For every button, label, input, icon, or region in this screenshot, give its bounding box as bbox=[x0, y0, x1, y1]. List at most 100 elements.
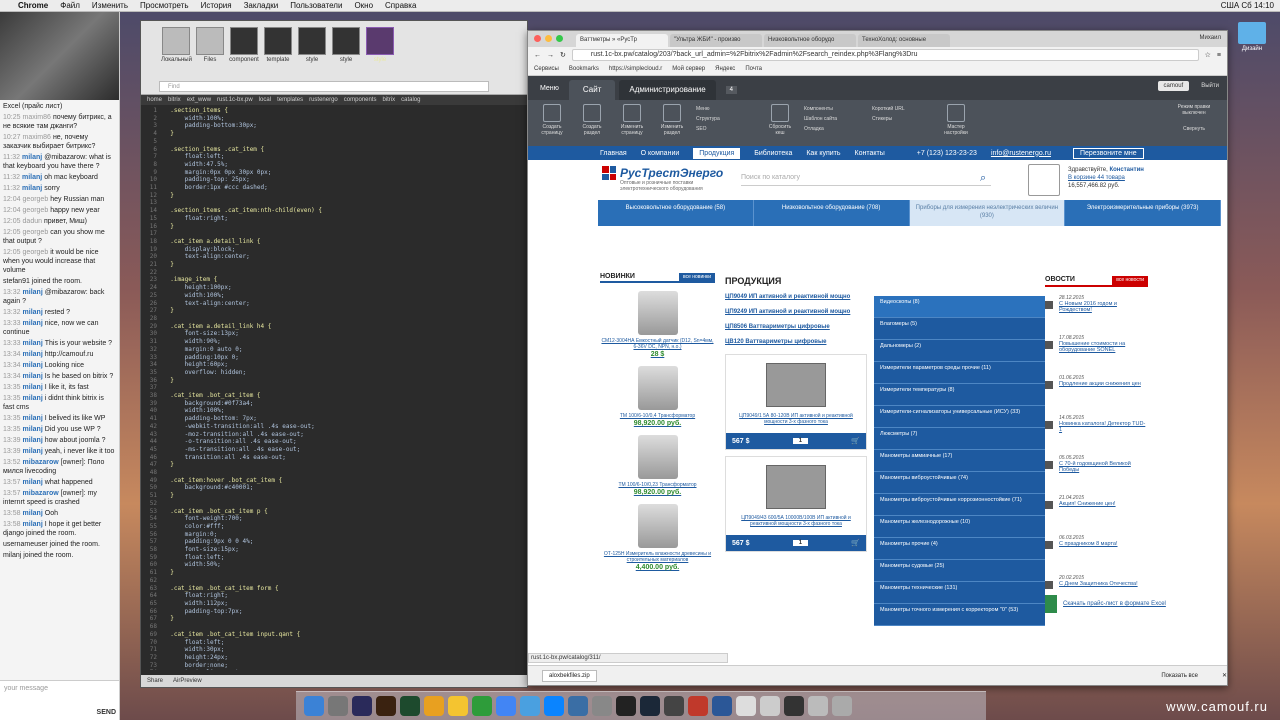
editor-search-input[interactable]: Find bbox=[159, 81, 489, 92]
breadcrumb-item[interactable]: templates bbox=[277, 95, 303, 105]
browser-tab[interactable]: "Ультра ЖБИ" - произво bbox=[670, 34, 762, 47]
chrome-icon[interactable] bbox=[496, 696, 516, 716]
news-title-link[interactable]: Повышение стоимости на оборудование SONE… bbox=[1059, 341, 1148, 353]
download-item[interactable]: aloxbekfiles.zip bbox=[542, 669, 597, 682]
chat-user[interactable]: milanj bbox=[23, 510, 43, 517]
product-image[interactable] bbox=[637, 504, 678, 548]
card-title[interactable]: ЦП9049/1 5А 80-120В ИП активной и реакти… bbox=[726, 413, 866, 425]
site-logo[interactable]: РусТрестЭнерго Оптовые и розничные поста… bbox=[602, 166, 730, 192]
admin-menu-button[interactable]: Меню bbox=[534, 78, 565, 100]
close-downloads-icon[interactable]: ✕ bbox=[1222, 672, 1227, 679]
site-search-input[interactable]: Поиск по каталогу bbox=[741, 174, 991, 186]
chat-user[interactable]: milanj bbox=[23, 340, 43, 347]
bookmark-item[interactable]: Bookmarks bbox=[569, 66, 599, 72]
user-name-link[interactable]: Константин bbox=[1109, 167, 1143, 173]
dropdown-item[interactable]: Манометры железнодорожные (10) bbox=[874, 516, 1045, 538]
clear-cache-button[interactable]: Сбросить кеш bbox=[764, 104, 796, 136]
browser-tab[interactable]: Ваттметры » «РусТр bbox=[576, 34, 668, 47]
chat-user[interactable]: georgeb bbox=[23, 229, 49, 236]
news-title-link[interactable]: Новинка каталога! Детектор TUD-1 bbox=[1059, 421, 1148, 433]
chat-user[interactable]: milanj bbox=[22, 174, 42, 181]
add-to-cart-icon[interactable]: 🛒 bbox=[851, 539, 860, 547]
zoom-window-icon[interactable] bbox=[556, 35, 563, 42]
breadcrumb-item[interactable]: bitrix bbox=[168, 95, 181, 105]
file-tile[interactable]: style bbox=[297, 27, 327, 63]
callback-button[interactable]: Перезвоните мне bbox=[1072, 147, 1144, 159]
nav-library[interactable]: Библиотека bbox=[754, 150, 792, 157]
sketch-icon[interactable] bbox=[424, 696, 444, 716]
chat-user[interactable]: milanj bbox=[23, 320, 43, 327]
trash-icon[interactable] bbox=[832, 696, 852, 716]
chat-user[interactable]: milanj bbox=[22, 154, 42, 161]
menubar-item[interactable]: Просмотреть bbox=[140, 1, 189, 10]
chat-user[interactable]: milanj bbox=[23, 479, 43, 486]
send-button[interactable]: SEND bbox=[97, 709, 116, 716]
dropdown-item[interactable]: Манометры технические (131) bbox=[874, 582, 1045, 604]
dropdown-item[interactable]: Манометры виброустойчивые коррозионносто… bbox=[874, 494, 1045, 516]
catalog-card[interactable]: ЦП9049/43 600/5А 10000В/100В ИП активной… bbox=[725, 456, 867, 552]
news-title-link[interactable]: Акция! Снижение цен! bbox=[1059, 501, 1116, 507]
obs-icon[interactable] bbox=[616, 696, 636, 716]
news-title-link[interactable]: С праздником 8 марта! bbox=[1059, 541, 1118, 547]
category-hv[interactable]: Высоковольтное оборудование (58) bbox=[598, 200, 754, 226]
menubar-item[interactable]: Справка bbox=[385, 1, 416, 10]
menubar-item[interactable]: История bbox=[201, 1, 232, 10]
launchpad-icon[interactable] bbox=[328, 696, 348, 716]
bookmark-item[interactable]: Сервисы bbox=[534, 66, 559, 72]
production-link[interactable]: ЦП8506 Ваттвариметры цифровые bbox=[725, 324, 875, 330]
airpreview-button[interactable]: AirPreview bbox=[173, 678, 202, 684]
admin-menu-item[interactable]: Меню bbox=[696, 104, 756, 114]
minimize-window-icon[interactable] bbox=[545, 35, 552, 42]
browser-tab[interactable]: ТехноХолод: основные bbox=[858, 34, 950, 47]
breadcrumb-item[interactable]: rustenergo bbox=[309, 95, 338, 105]
chat-user[interactable]: georgeb bbox=[23, 249, 49, 256]
dropdown-item[interactable]: Дальномеры (2) bbox=[874, 340, 1045, 362]
browser-menu-icon[interactable]: ≡ bbox=[1217, 52, 1221, 59]
dropdown-item[interactable]: Манометры аммиачные (17) bbox=[874, 450, 1045, 472]
product-image[interactable] bbox=[637, 291, 678, 335]
back-icon[interactable]: ← bbox=[534, 52, 541, 59]
site-email[interactable]: info@rustenergo.ru bbox=[991, 150, 1051, 157]
create-page-button[interactable]: Создать страницу bbox=[536, 104, 568, 136]
breadcrumb-item[interactable]: bitrix bbox=[382, 95, 395, 105]
document-icon[interactable] bbox=[736, 696, 756, 716]
chat-user[interactable]: milanj bbox=[23, 373, 43, 380]
tab-administration[interactable]: Администрирование bbox=[619, 80, 716, 100]
chat-user[interactable]: mibazarow bbox=[23, 490, 59, 497]
bookmark-item[interactable]: https://simplecloud.r bbox=[609, 66, 662, 72]
forward-icon[interactable]: → bbox=[547, 52, 554, 59]
desktop-folder[interactable]: Дизайн bbox=[1232, 22, 1272, 52]
nav-home[interactable]: Главная bbox=[600, 150, 627, 157]
app-icon[interactable] bbox=[688, 696, 708, 716]
edit-mode-toggle[interactable]: Режим правки выключен Свернуть bbox=[1169, 104, 1219, 132]
chat-user[interactable]: milanj bbox=[23, 437, 43, 444]
product-image[interactable] bbox=[637, 366, 678, 410]
admin-menu-item[interactable]: Структура bbox=[696, 114, 756, 124]
dreamweaver-icon[interactable] bbox=[400, 696, 420, 716]
menubar-item[interactable]: Пользователи bbox=[290, 1, 342, 10]
breadcrumb-item[interactable]: catalog bbox=[401, 95, 420, 105]
card-image[interactable] bbox=[766, 363, 826, 407]
document-icon[interactable] bbox=[760, 696, 780, 716]
file-tile[interactable]: style bbox=[331, 27, 361, 63]
system-prefs-icon[interactable] bbox=[592, 696, 612, 716]
news-item[interactable]: 05.05.2015 С 70-й годовщиной Великой Побе… bbox=[1045, 455, 1148, 487]
reload-icon[interactable]: ↻ bbox=[560, 51, 566, 59]
breadcrumb-item[interactable]: ext_www bbox=[187, 95, 211, 105]
dropdown-item[interactable]: Измерители температуры (8) bbox=[874, 384, 1045, 406]
product-image[interactable] bbox=[637, 435, 678, 479]
illustrator-icon[interactable] bbox=[376, 696, 396, 716]
cart-icon[interactable] bbox=[1028, 164, 1060, 196]
chat-user[interactable]: maxim86 bbox=[23, 114, 51, 121]
news-title-link[interactable]: С Новым 2016 годом и Рождеством! bbox=[1059, 301, 1148, 313]
cart-count[interactable]: В корзине 44 товара bbox=[1068, 174, 1144, 182]
notification-badge[interactable]: 4 bbox=[725, 86, 738, 94]
chat-user[interactable]: maxim86 bbox=[23, 134, 51, 141]
dropdown-item[interactable]: Измерители-сигнализаторы универсальные (… bbox=[874, 406, 1045, 428]
admin-user-button[interactable]: camouf bbox=[1157, 81, 1190, 91]
skype-icon[interactable] bbox=[544, 696, 564, 716]
chat-input[interactable]: your message SEND bbox=[0, 680, 119, 720]
breadcrumb-item[interactable]: components bbox=[344, 95, 377, 105]
breadcrumb-item[interactable]: local bbox=[259, 95, 271, 105]
product-item[interactable]: ТМ 100/6-10/0,23 Трансформатор 98,920.00 … bbox=[600, 435, 715, 496]
